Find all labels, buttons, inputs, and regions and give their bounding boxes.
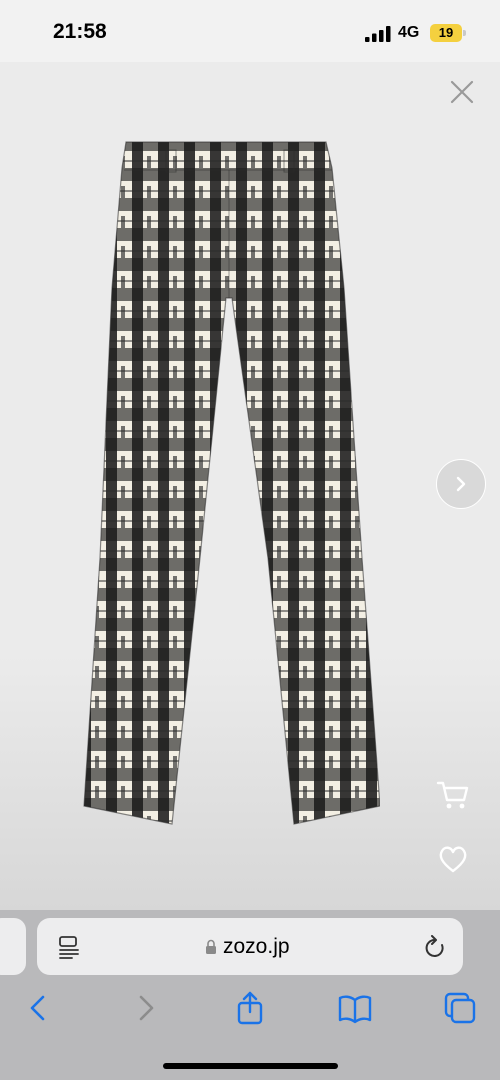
network-type: 4G [398, 24, 420, 41]
home-indicator[interactable] [163, 1063, 338, 1069]
share-icon[interactable] [232, 990, 268, 1026]
chevron-right-icon [456, 476, 466, 492]
cart-icon[interactable] [436, 779, 470, 811]
reload-icon[interactable] [423, 935, 447, 961]
forward-icon[interactable] [128, 990, 164, 1026]
lock-icon [206, 939, 216, 954]
status-bar: 21:58 4G 19 [0, 0, 500, 62]
back-icon[interactable] [20, 990, 56, 1026]
battery-cap [463, 30, 466, 36]
bookmarks-icon[interactable] [337, 990, 373, 1026]
battery-indicator: 19 [430, 24, 462, 42]
product-image[interactable] [80, 138, 380, 830]
next-image-button[interactable] [436, 459, 486, 509]
previous-tab-preview[interactable] [0, 918, 26, 975]
url-text: zozo.jp [223, 935, 290, 958]
cellular-signal-icon [365, 26, 391, 42]
heart-icon[interactable] [437, 843, 469, 875]
url-display[interactable]: zozo.jp [205, 935, 290, 959]
close-icon[interactable] [448, 78, 476, 106]
status-time: 21:58 [53, 20, 107, 43]
reader-mode-icon[interactable] [58, 935, 80, 959]
tabs-icon[interactable] [442, 990, 478, 1026]
